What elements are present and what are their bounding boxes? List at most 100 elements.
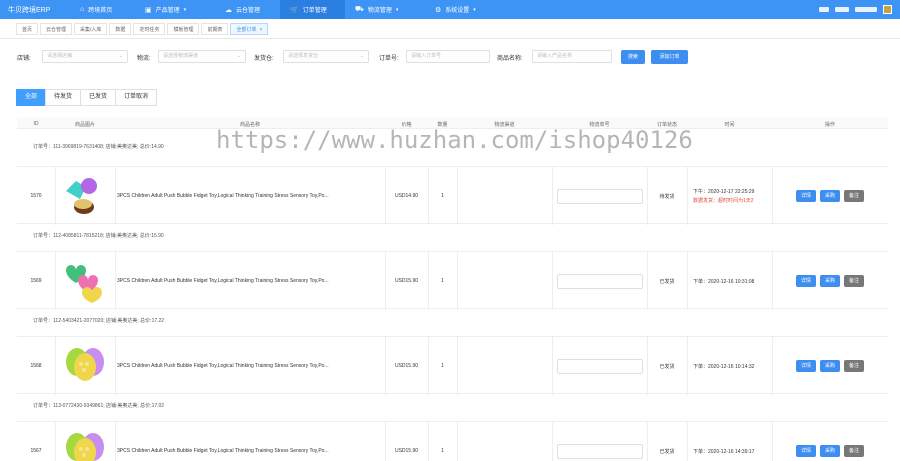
user-info-redacted — [835, 7, 849, 12]
home-icon: ⌂ — [80, 6, 85, 13]
details-button[interactable]: 详情 — [795, 275, 816, 287]
price: USD14.90 — [394, 193, 419, 199]
order-time: 下单：2020-12-16 10:31:08 — [693, 278, 755, 285]
nav-item-label: 跨境首页 — [88, 8, 113, 14]
close-icon[interactable]: × — [260, 27, 263, 33]
store-select[interactable]: 请选择店铺 ⌄ — [42, 50, 128, 63]
image-cell — [55, 422, 115, 461]
tab-cloud[interactable]: 云仓管理 — [40, 22, 73, 35]
details-button[interactable]: 详情 — [795, 445, 816, 457]
nav-item-orders[interactable]: 🛒 订单管理 — [280, 0, 345, 19]
tab-data[interactable]: 数据 — [109, 22, 132, 35]
column-divider — [687, 167, 688, 225]
order-header: 订单号：111-3969819-7631408; 店铺:美奥达美; 总价:14.… — [33, 144, 164, 150]
order-header: 订单号：113-0772430-9349861; 店铺:美奥达美; 总价:17.… — [33, 403, 165, 409]
logistics-select[interactable]: 请选择物流渠道 ⌄ — [158, 50, 246, 63]
tab-shipped[interactable]: 已发货 — [80, 89, 117, 106]
order-status: 已发货 — [659, 448, 675, 455]
price-cell: USD15.90 — [385, 337, 428, 395]
app-title: 牛贝跨境ERP — [8, 6, 51, 14]
tracking-number-input[interactable] — [556, 188, 643, 204]
timeout-warning: 数据发货：超时时间为1天2 — [693, 198, 754, 204]
order-status: 待发货 — [659, 193, 675, 200]
table-row: 1570 3PCS Children Adult Push Bubble Fidg… — [17, 166, 888, 225]
details-button[interactable]: 详情 — [795, 360, 816, 372]
tab-cancelled[interactable]: 订单取消 — [115, 89, 158, 106]
column-divider — [687, 337, 688, 395]
order-number-input[interactable]: 请输入订单号 — [406, 50, 490, 63]
nav-item-cloud[interactable]: ☁ 云仓管理 — [215, 0, 280, 19]
cart-icon: 🛒 — [290, 6, 299, 14]
tracking-number-input[interactable] — [556, 273, 643, 289]
column-divider — [687, 252, 688, 310]
shipper-select[interactable]: 请选择发货仓 ⌄ — [283, 50, 369, 63]
box-icon: ▣ — [145, 6, 152, 14]
purchase-button[interactable]: 采购 — [819, 190, 840, 202]
column-header: 订单状态 — [656, 122, 677, 128]
order-time: 下单：2020-12-16 14:39:17 — [693, 448, 755, 455]
image-cell — [55, 337, 115, 395]
status-cell: 已发货 — [647, 422, 687, 461]
chevron-down-icon: ⌄ — [359, 53, 364, 59]
filter-bar: 店铺: 请选择店铺 ⌄ 物流: 请选择物流渠道 ⌄ 发货仓: 请选择发货仓 ⌄ 订单号… — [0, 48, 900, 70]
title-cell: 3PCS Children Adult Push Bubble Fidget T… — [115, 252, 385, 310]
tab-home[interactable]: 首页 — [16, 22, 39, 35]
title-cell: 3PCS Children Adult Push Bubble Fidget T… — [115, 422, 385, 461]
nav-item-label: 产品管理 — [155, 8, 180, 14]
qty-cell: 1 — [428, 422, 457, 461]
purchase-button[interactable]: 采购 — [819, 275, 840, 287]
tab-template[interactable]: 模板管理 — [167, 22, 200, 35]
avatar[interactable] — [883, 5, 892, 14]
nav-item-products[interactable]: ▣ 产品管理 ▾ — [135, 0, 215, 19]
note-button[interactable]: 备注 — [844, 275, 865, 287]
column-header: 物流渠道 — [494, 122, 515, 128]
search-button[interactable]: 搜索 — [621, 50, 645, 64]
nav-item-settings[interactable]: ⚙ 系统设置 ▾ — [425, 0, 505, 19]
shipper-label: 发货仓: — [254, 56, 274, 62]
product-title[interactable]: 3PCS Children Adult Push Bubble Fidget T… — [115, 448, 329, 454]
order-id: 1567 — [30, 448, 42, 454]
note-button[interactable]: 备注 — [844, 360, 865, 372]
tab-early[interactable]: 前期表 — [201, 22, 229, 35]
id-cell: 1568 — [17, 337, 55, 395]
column-header: 物流单号 — [589, 122, 610, 128]
title-cell: 3PCS Children Adult Push Bubble Fidget T… — [115, 167, 385, 225]
price-cell: USD14.90 — [385, 167, 428, 225]
row-actions: 详情 采购 备注 — [795, 445, 865, 457]
tab-all-orders[interactable]: 全部订单 × — [230, 22, 269, 35]
chevron-down-icon: ▾ — [395, 6, 399, 13]
product-title[interactable]: 3PCS Children Adult Push Bubble Fidget T… — [115, 193, 329, 199]
details-button[interactable]: 详情 — [795, 190, 816, 202]
tab-collect[interactable]: 采集/入库 — [74, 22, 108, 35]
visited-tabs: 首页 云仓管理 采集/入库 数据 定时任务 模板管理 前期表 全部订单 × — [0, 19, 900, 39]
tab-schedule[interactable]: 定时任务 — [133, 22, 166, 35]
price: USD15.90 — [394, 363, 419, 369]
column-header: 价格 — [401, 122, 412, 128]
tracking-cell — [552, 167, 647, 225]
nav-item-home[interactable]: ⌂ 跨境首页 — [70, 0, 135, 19]
note-button[interactable]: 备注 — [844, 445, 865, 457]
purchase-button[interactable]: 采购 — [819, 360, 840, 372]
order-header: 订单号：112-4085811-7815218; 店铺:美奥达美; 总价:15.… — [33, 233, 164, 239]
purchase-button[interactable]: 采购 — [819, 445, 840, 457]
id-cell: 1569 — [17, 252, 55, 310]
time-cell: 下午：2020-12-17 22:25:29 数据发货：超时时间为1天2 — [693, 167, 772, 225]
logistics-cell — [457, 422, 552, 461]
nav-item-logistics[interactable]: ⛟ 物流管理 ▾ — [345, 0, 425, 19]
user-area[interactable] — [819, 0, 900, 19]
id-cell: 1567 — [17, 422, 55, 461]
tracking-number-input[interactable] — [556, 358, 643, 374]
add-order-button[interactable]: 添加订单 — [651, 50, 688, 64]
product-title[interactable]: 3PCS Children Adult Push Bubble Fidget T… — [115, 278, 329, 284]
product-title[interactable]: 3PCS Children Adult Push Bubble Fidget T… — [115, 363, 329, 369]
note-button[interactable]: 备注 — [844, 190, 865, 202]
chevron-down-icon: ⌄ — [118, 53, 123, 59]
tab-all[interactable]: 全部 — [16, 89, 47, 106]
tracking-number-input[interactable] — [556, 443, 643, 459]
order-status: 已发货 — [659, 278, 675, 285]
product-name-input[interactable]: 请输入产品名称 — [532, 50, 612, 63]
order-status-tabs: 全部 待发货 已发货 订单取消 — [16, 89, 158, 106]
tab-pending[interactable]: 待发货 — [45, 89, 82, 106]
order-time: 下单：2020-12-16 10:14:32 — [693, 363, 755, 370]
order-id: 1569 — [30, 278, 42, 284]
